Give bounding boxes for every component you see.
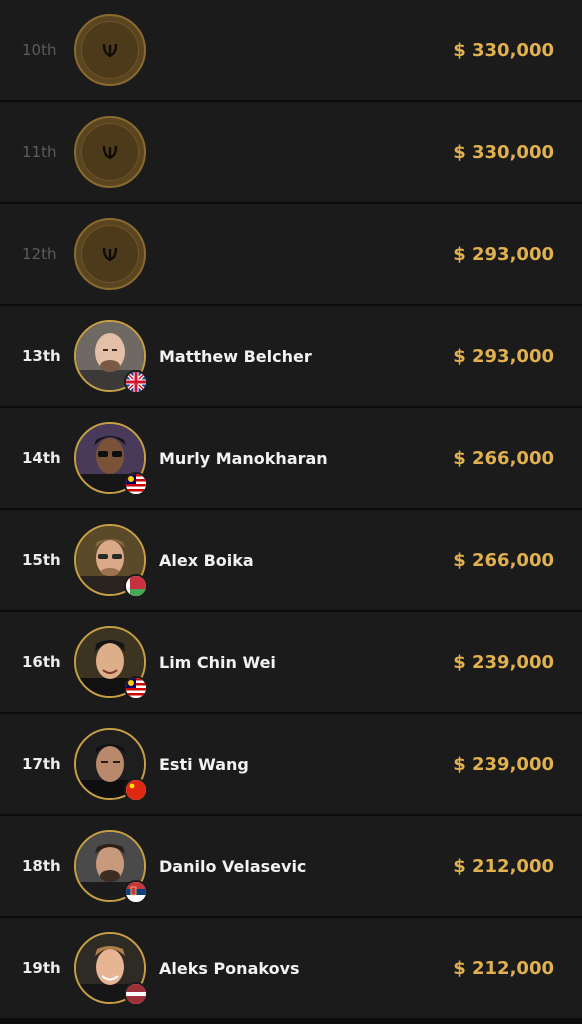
player-avatar[interactable] — [74, 422, 148, 496]
prize-amount: $ 239,000 — [453, 651, 554, 673]
player-avatar[interactable] — [74, 626, 148, 700]
player-name[interactable]: Aleks Ponakovs — [159, 959, 300, 978]
place-label: 14th — [22, 449, 61, 467]
prize-amount: $ 330,000 — [453, 39, 554, 61]
player-avatar[interactable] — [74, 524, 148, 598]
place-label: 19th — [22, 959, 61, 977]
result-row[interactable]: 14th Murly Manokharan $ 266,000 — [0, 408, 582, 510]
prize-amount: $ 266,000 — [453, 447, 554, 469]
player-name[interactable]: Murly Manokharan — [159, 449, 328, 468]
place-label: 18th — [22, 857, 61, 875]
result-row[interactable]: 16th Lim Chin Wei $ 239,000 — [0, 612, 582, 714]
prize-amount: $ 266,000 — [453, 549, 554, 571]
result-row[interactable]: 10th $ 330,000 — [0, 0, 582, 102]
serbia-flag-icon — [124, 880, 148, 904]
prize-amount: $ 330,000 — [453, 141, 554, 163]
place-label: 12th — [22, 245, 57, 263]
prize-amount: $ 293,000 — [453, 345, 554, 367]
result-row[interactable]: 17th Esti Wang $ 239,000 — [0, 714, 582, 816]
place-label: 10th — [22, 41, 57, 59]
player-name[interactable]: Matthew Belcher — [159, 347, 312, 366]
prize-amount: $ 293,000 — [453, 243, 554, 265]
player-avatar[interactable] — [74, 932, 148, 1006]
prize-amount: $ 239,000 — [453, 753, 554, 775]
result-row[interactable]: 18th Danilo Velasevic $ 212,000 — [0, 816, 582, 918]
triton-logo-icon — [102, 43, 118, 57]
result-row[interactable]: 11th $ 330,000 — [0, 102, 582, 204]
uk-flag-icon — [124, 370, 148, 394]
payout-results-list: 10th $ 330,000 11th $ 330,000 12th $ 293… — [0, 0, 582, 1020]
place-label: 15th — [22, 551, 61, 569]
player-avatar[interactable] — [74, 728, 148, 802]
triton-logo-icon — [102, 247, 118, 261]
result-row[interactable]: 19th Aleks Ponakovs $ 212,000 — [0, 918, 582, 1020]
malaysia-flag-icon — [124, 472, 148, 496]
place-label: 17th — [22, 755, 61, 773]
malaysia-flag-icon — [124, 676, 148, 700]
prize-amount: $ 212,000 — [453, 957, 554, 979]
triton-logo-icon — [102, 145, 118, 159]
player-name[interactable]: Esti Wang — [159, 755, 249, 774]
place-label: 11th — [22, 143, 57, 161]
result-row[interactable]: 15th Alex Boika $ 266,000 — [0, 510, 582, 612]
china-flag-icon — [124, 778, 148, 802]
placeholder-avatar — [74, 218, 146, 290]
belarus-flag-icon — [124, 574, 148, 598]
player-avatar[interactable] — [74, 320, 148, 394]
player-name[interactable]: Lim Chin Wei — [159, 653, 276, 672]
result-row[interactable]: 13th Matthew Belcher $ 293,000 — [0, 306, 582, 408]
result-row[interactable]: 12th $ 293,000 — [0, 204, 582, 306]
placeholder-avatar — [74, 116, 146, 188]
latvia-flag-icon — [124, 982, 148, 1006]
prize-amount: $ 212,000 — [453, 855, 554, 877]
place-label: 13th — [22, 347, 61, 365]
player-avatar[interactable] — [74, 830, 148, 904]
place-label: 16th — [22, 653, 61, 671]
placeholder-avatar — [74, 14, 146, 86]
player-name[interactable]: Alex Boika — [159, 551, 254, 570]
player-name[interactable]: Danilo Velasevic — [159, 857, 306, 876]
